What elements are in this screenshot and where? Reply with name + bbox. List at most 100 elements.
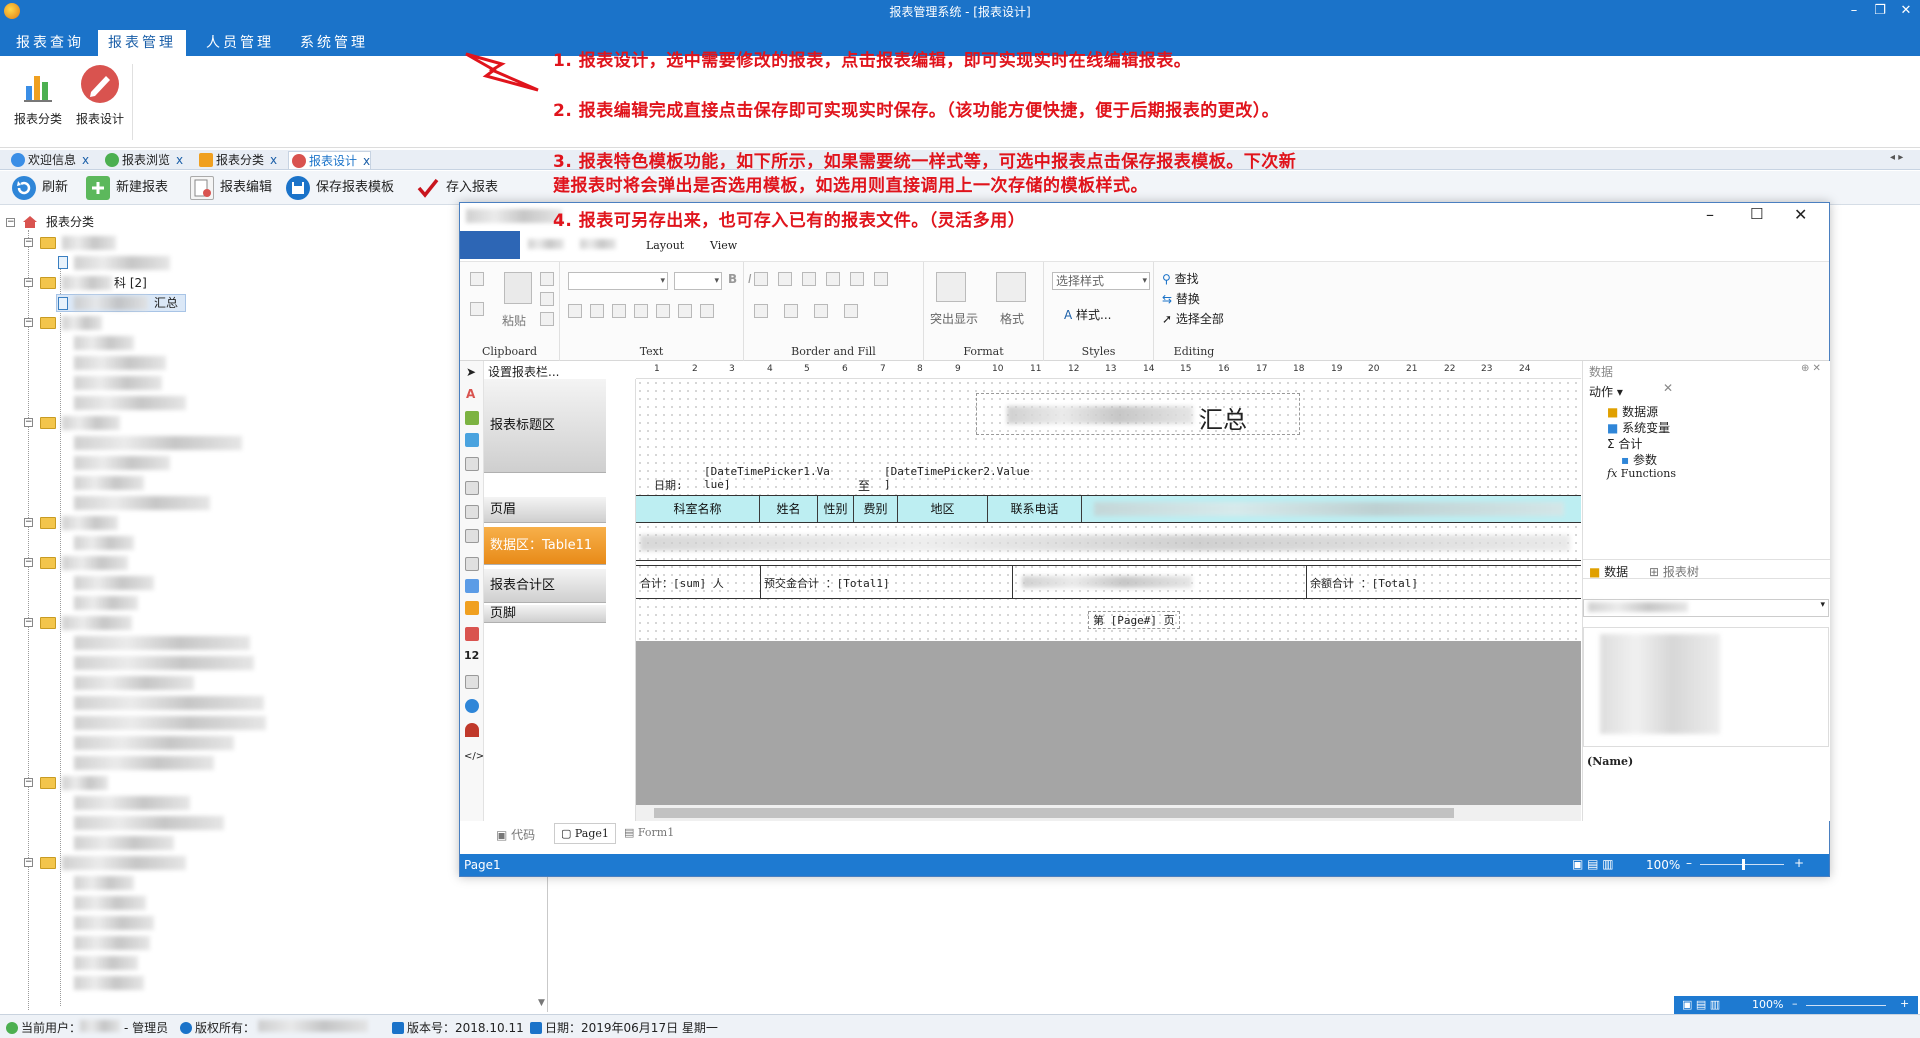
tree-expander[interactable]: − <box>24 518 33 527</box>
font-color-icon[interactable] <box>700 304 714 318</box>
view-mode-icons[interactable]: ▣ ▤ ▥ <box>1572 857 1614 871</box>
tree-item-datasource[interactable]: ■ 数据源 <box>1607 403 1658 420</box>
cut-icon[interactable] <box>540 272 554 286</box>
find-button[interactable]: ⚲ 查找 <box>1162 270 1199 287</box>
designer-menu-view[interactable]: View <box>710 239 737 252</box>
align-right-icon[interactable] <box>612 304 626 318</box>
design-canvas[interactable]: 汇总 日期: [DateTimePicker1.Va lue] 至 [DateT… <box>636 379 1581 821</box>
tree-item-system-vars[interactable]: ■ 系统变量 <box>1607 419 1670 436</box>
table-tool-icon[interactable] <box>465 481 479 495</box>
band-settings-label[interactable]: 设置报表栏... <box>488 363 559 380</box>
fill-color-icon[interactable] <box>754 304 768 318</box>
date-to-label[interactable]: 至 <box>858 477 870 494</box>
redo-icon[interactable] <box>470 302 484 316</box>
bold-icon[interactable]: B <box>728 272 737 286</box>
page-number-field[interactable]: 第 [Page#] 页 <box>1088 611 1180 629</box>
band-page-header[interactable]: 页眉 <box>484 497 606 523</box>
tree-node-redacted[interactable] <box>74 256 170 270</box>
highlight-icon[interactable] <box>936 272 966 302</box>
valign-top-icon[interactable] <box>656 304 670 318</box>
refresh-button[interactable]: 刷新 <box>10 175 68 201</box>
tab-close-icon[interactable]: x <box>82 153 89 167</box>
valign-middle-icon[interactable] <box>678 304 692 318</box>
page1-tab[interactable]: ▢ Page1 <box>554 823 616 844</box>
designer-menu-layout[interactable]: Layout <box>646 239 684 252</box>
date-label[interactable]: 日期: <box>654 477 683 493</box>
table-data-row[interactable] <box>636 525 1581 561</box>
summary-balance-cell[interactable]: 余额合计 ：[Total] <box>1310 575 1418 591</box>
close-button[interactable]: ✕ <box>1892 1 1920 21</box>
tree-expander[interactable]: − <box>24 318 33 327</box>
designer-maximize-button[interactable]: ☐ <box>1750 205 1763 223</box>
designer-menu-redacted[interactable] <box>528 239 564 249</box>
tab-close-icon[interactable]: x <box>176 153 183 167</box>
save-template-button[interactable]: 保存报表模板 <box>284 175 394 201</box>
style-button[interactable]: A 样式... <box>1064 306 1112 323</box>
menu-tab-personnel[interactable]: 人员管理 <box>196 30 284 56</box>
tree-item-totals[interactable]: Σ 合计 <box>1607 435 1642 452</box>
restore-button[interactable]: ❐ <box>1866 1 1894 21</box>
form1-tab[interactable]: ▤ Form1 <box>624 826 674 839</box>
tree-node-count-label[interactable]: 科 [2] <box>114 274 147 292</box>
copy-icon[interactable] <box>540 292 554 306</box>
band-summary[interactable]: 报表合计区 <box>484 569 606 603</box>
tree-expander[interactable]: − <box>24 778 33 787</box>
app-zoom-in[interactable]: + <box>1900 997 1909 1010</box>
line-width-icon[interactable] <box>844 304 858 318</box>
tree-expander[interactable]: − <box>24 858 33 867</box>
rich-text-tool-icon[interactable] <box>465 557 479 571</box>
designer-minimize-button[interactable]: – <box>1706 205 1714 224</box>
select-all-button[interactable]: ➚ 选择全部 <box>1162 310 1224 327</box>
tab-close-icon[interactable]: x <box>363 154 370 168</box>
tree-item-functions[interactable]: fx Functions <box>1607 467 1676 480</box>
justify-icon[interactable] <box>634 304 648 318</box>
tree-expander[interactable]: − <box>24 278 33 287</box>
zoom-out-button[interactable]: – <box>1686 856 1692 870</box>
tab-scroll-arrows[interactable]: ◂ ▸ <box>1890 152 1903 163</box>
report-design-button[interactable]: 报表设计 <box>70 64 130 140</box>
col-header-phone[interactable]: 联系电话 <box>988 496 1082 522</box>
tree-expander[interactable]: − <box>24 238 33 247</box>
canvas-horizontal-scrollbar[interactable] <box>636 805 1581 821</box>
format-painter-icon[interactable] <box>540 312 554 326</box>
summary-deposit-cell[interactable]: 预交金合计 ：[Total1] <box>764 575 890 591</box>
subreport-tool-icon[interactable] <box>465 457 479 471</box>
map-tool-icon[interactable] <box>465 699 479 713</box>
text-tool-icon[interactable]: A <box>466 387 475 401</box>
scrollbar-thumb[interactable] <box>654 808 1454 818</box>
date-from-field[interactable]: [DateTimePicker1.Va <box>704 465 830 478</box>
scroll-down-arrow[interactable]: ▼ <box>538 998 545 1008</box>
designer-close-button[interactable]: ✕ <box>1794 205 1807 224</box>
minimize-button[interactable]: – <box>1840 1 1868 21</box>
border-all-icon[interactable] <box>754 272 768 286</box>
tree-expander[interactable]: − <box>6 218 15 227</box>
tab-report-browse[interactable]: 报表浏览 x <box>102 151 183 169</box>
tree-node-selected-label[interactable]: 汇总 <box>154 294 178 312</box>
font-name-combo[interactable]: ▾ <box>568 272 668 290</box>
app-zoom-out[interactable]: – <box>1792 997 1798 1010</box>
report-category-button[interactable]: 报表分类 <box>8 64 68 140</box>
paste-icon[interactable] <box>504 272 532 304</box>
designer-file-menu[interactable] <box>460 231 520 259</box>
shape-tool-icon[interactable] <box>465 433 479 447</box>
tree-root-label[interactable]: 报表分类 <box>46 213 94 231</box>
pointer-tool-icon[interactable]: ➤ <box>466 365 476 379</box>
menu-tab-report-management[interactable]: 报表管理 <box>98 30 186 56</box>
app-view-icons[interactable]: ▣ ▤ ▥ <box>1682 998 1720 1011</box>
font-size-combo[interactable]: ▾ <box>674 272 722 290</box>
checkbox-tool-icon[interactable] <box>465 579 479 593</box>
zoom-in-button[interactable]: + <box>1794 856 1804 870</box>
menu-tab-report-query[interactable]: 报表查询 <box>6 30 94 56</box>
barcode-tool-icon[interactable] <box>465 529 479 543</box>
app-zoom-slider[interactable] <box>1806 1005 1886 1006</box>
line-style-icon[interactable] <box>814 304 828 318</box>
tab-welcome[interactable]: 欢迎信息 x <box>8 151 89 169</box>
tab-report-design[interactable]: 报表设计 x <box>288 151 372 169</box>
panel-actions-dropdown[interactable]: 动作 ▾ <box>1589 383 1623 400</box>
matrix-tool-icon[interactable] <box>465 505 479 519</box>
panel-pin-icon[interactable]: ⊕ ✕ <box>1801 363 1821 374</box>
band-data-table[interactable]: 数据区：Table11 <box>484 527 606 565</box>
col-header-gender[interactable]: 性别 <box>818 496 854 522</box>
border-left-icon[interactable] <box>850 272 864 286</box>
tab-report-category[interactable]: 报表分类 x <box>196 151 277 169</box>
